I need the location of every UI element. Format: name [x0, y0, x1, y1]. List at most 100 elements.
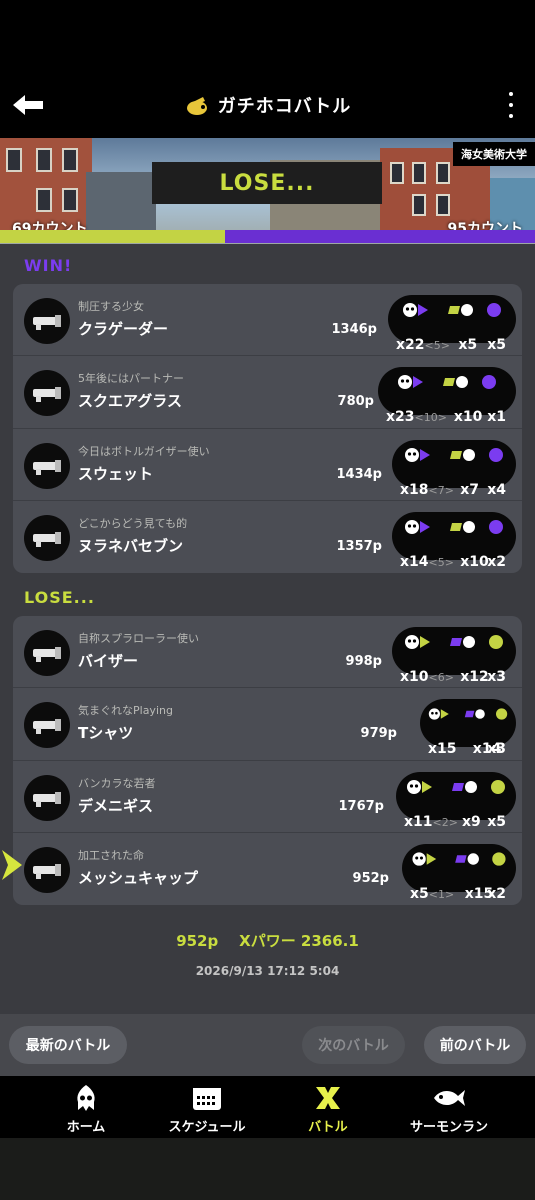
player-byname: 今日はボトルガイザー使い	[78, 444, 210, 458]
more-menu-button[interactable]	[503, 92, 519, 118]
kill-count: x22	[396, 337, 425, 353]
stat-icons	[396, 777, 516, 797]
kill-count: x14	[400, 553, 429, 570]
latest-battle-button[interactable]: 最新のバトル	[9, 1026, 127, 1064]
player-byname: 気まぐれなPlaying	[78, 704, 173, 718]
player-byname: バンカラな若者	[78, 776, 156, 790]
kill-count: x15	[428, 741, 457, 758]
lose-team-card: 自称スプラローラー使い バイザー 998p x10<6> x12 x3 気まぐれなPlayi…	[13, 616, 522, 905]
player-byname: 自称スプラローラー使い	[78, 632, 199, 645]
previous-battle-button[interactable]: 前のバトル	[424, 1026, 526, 1064]
player-byname: 5年後にはパートナー	[78, 372, 184, 386]
special-count: x3	[487, 741, 506, 758]
player-byname: 加工された命	[78, 848, 144, 862]
result-text: LOSE...	[219, 170, 315, 196]
special-count: x5	[487, 813, 506, 830]
tab-bar: ホーム スケジュール バトル サーモンラン	[0, 1076, 535, 1138]
player-stats: x15 x14 x3	[420, 699, 516, 757]
player-name: メッシュキャップ	[78, 868, 199, 887]
assist-count: <7>	[428, 483, 454, 497]
rainmaker-icon	[186, 97, 207, 115]
special-count: x1	[487, 409, 506, 426]
weapon-icon	[24, 774, 70, 821]
special-count: x4	[487, 481, 506, 498]
player-name: ヌラネバセブン	[78, 536, 184, 555]
player-name: Tシャツ	[78, 724, 134, 743]
assist-count: <10>	[414, 411, 447, 425]
battle-detail-screen: ガチホコバトル 海女美術大学 LOSE... 69カウント 95カウント WIN…	[0, 0, 535, 1200]
player-row[interactable]: バンカラな若者 デメニギス 1767p x11<2> x9 x5	[13, 761, 522, 833]
result-box: LOSE...	[152, 162, 382, 204]
tab-salmon-run[interactable]: サーモンラン	[389, 1084, 509, 1135]
player-points: 1767p	[338, 798, 385, 814]
player-row[interactable]: どこからどう見ても的 ヌラネバセブン 1357p x14<5> x10 x2	[13, 501, 522, 573]
stage-name: 海女美術大学	[453, 142, 535, 166]
win-team-card: 制圧する少女 クラゲーダー 1346p x22<5> x5 x5 5年後にはパートナー スクエ…	[13, 284, 522, 573]
player-row[interactable]: 気まぐれなPlaying Tシャツ 979p x15 x14 x3	[13, 688, 522, 761]
squid-icon	[77, 1085, 95, 1111]
score-bar	[0, 230, 535, 243]
battle-power: 952p	[176, 932, 219, 950]
special-count: x2	[487, 885, 506, 902]
player-row[interactable]: 5年後にはパートナー スクエアグラス 780p x23<10> x10 x1	[13, 356, 522, 429]
player-stats: x18<7> x7 x4	[392, 439, 516, 498]
kill-count: x10	[400, 669, 429, 685]
self-pointer-icon	[2, 850, 22, 880]
weapon-icon	[24, 630, 70, 676]
player-byname: どこからどう見ても的	[78, 516, 188, 530]
stat-icons	[392, 632, 516, 652]
player-points: 1357p	[336, 538, 383, 554]
special-count: x3	[487, 669, 506, 685]
weapon-icon	[24, 514, 70, 561]
player-row[interactable]: 今日はボトルガイザー使い スウェット 1434p x18<7> x7 x4	[13, 429, 522, 501]
special-kill-count: x12	[460, 669, 489, 685]
player-row[interactable]: 自称スプラローラー使い バイザー 998p x10<6> x12 x3	[13, 616, 522, 689]
assist-count: <5>	[428, 555, 454, 569]
tab-home[interactable]: ホーム	[26, 1084, 146, 1135]
tab-schedule[interactable]: スケジュール	[147, 1084, 267, 1135]
power-summary: 952p Xパワー 2366.1	[0, 930, 535, 951]
salmon-icon	[434, 1090, 465, 1106]
player-row[interactable]: 制圧する少女 クラゲーダー 1346p x22<5> x5 x5	[13, 284, 522, 357]
kill-count: x11	[404, 813, 433, 830]
stat-icons	[392, 517, 516, 537]
stat-icons	[420, 704, 516, 724]
special-kill-count: x5	[458, 337, 478, 353]
battle-icon	[316, 1087, 340, 1109]
assist-count: <5>	[424, 339, 450, 352]
special-kill-count: x10	[453, 409, 483, 426]
win-heading: WIN!	[24, 256, 73, 275]
player-row[interactable]: 加工された命 メッシュキャップ 952p x5<1> x15 x2	[13, 833, 522, 905]
player-stats: x11<2> x9 x5	[396, 771, 516, 830]
weapon-icon	[24, 442, 70, 489]
player-points: 998p	[345, 654, 382, 669]
kill-count: x23	[386, 409, 415, 426]
lose-heading: LOSE...	[24, 588, 95, 607]
stat-icons	[378, 372, 516, 392]
weapon-icon	[24, 370, 70, 417]
player-points: 780p	[337, 394, 374, 410]
tab-battle[interactable]: バトル	[268, 1084, 388, 1135]
weapon-icon	[24, 846, 70, 893]
stage-image	[0, 138, 92, 230]
player-name: スウェット	[78, 464, 154, 483]
page-title: ガチホコバトル	[217, 96, 352, 117]
stat-icons	[392, 445, 516, 465]
player-stats: x10<6> x12 x3	[392, 627, 516, 685]
special-kill-count: x7	[460, 481, 479, 498]
special-kill-count: x9	[462, 813, 481, 830]
x-power: Xパワー 2366.1	[239, 932, 359, 950]
player-stats: x22<5> x5 x5	[388, 295, 516, 353]
battle-nav-bar: 最新のバトル 次のバトル 前のバトル	[0, 1014, 535, 1076]
special-count: x2	[487, 553, 506, 570]
kill-count: x5	[410, 885, 429, 902]
player-stats: x23<10> x10 x1	[378, 367, 516, 425]
next-battle-button[interactable]: 次のバトル	[302, 1026, 405, 1064]
player-name: クラゲーダー	[78, 320, 169, 338]
system-nav-area	[0, 1138, 535, 1200]
tab-salmon-run-label: サーモンラン	[409, 1120, 488, 1135]
assist-count: <2>	[432, 815, 458, 829]
top-bar: ガチホコバトル	[0, 0, 535, 138]
player-byname: 制圧する少女	[78, 300, 144, 313]
tab-schedule-label: スケジュール	[168, 1120, 246, 1135]
